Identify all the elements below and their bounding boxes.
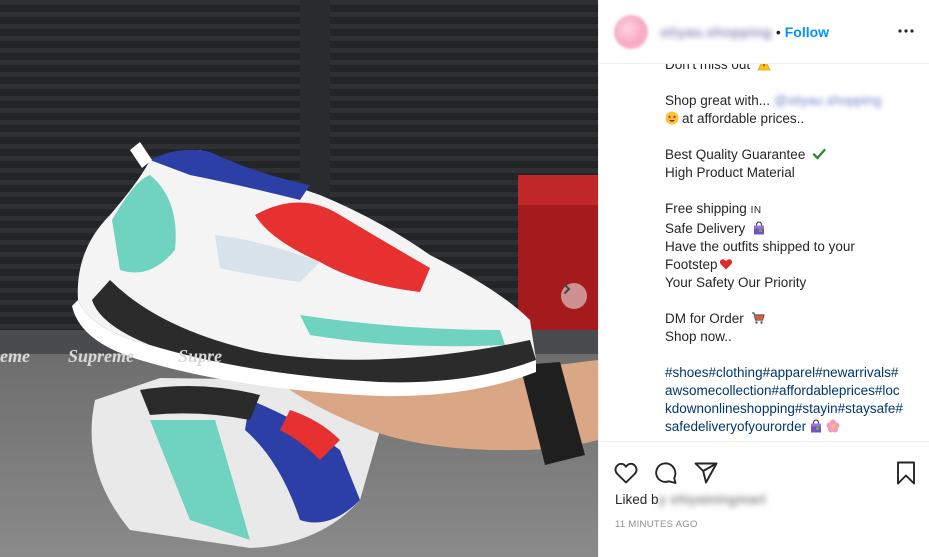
hashtags[interactable]: #shoes#clothing#apparel#newarrivals#awso…: [665, 364, 905, 436]
shopping-cart-emoji-icon: [751, 312, 765, 324]
caption-line: High Product Material: [665, 165, 795, 180]
shopping-bag-emoji-icon: [754, 221, 765, 235]
next-image-button[interactable]: [561, 283, 587, 309]
post-image[interactable]: eme Supreme Supre: [0, 0, 598, 557]
post-actions: Liked by shiyainingmart 11 MINUTES AGO: [599, 441, 929, 557]
warning-emoji-icon: [757, 64, 771, 71]
heart-emoji-icon: [719, 259, 732, 270]
wall-text-middle: Supreme: [68, 346, 134, 366]
caption-line: DM for Order: [665, 310, 913, 328]
like-button[interactable]: [613, 460, 639, 486]
star-struck-emoji-icon: [665, 111, 679, 125]
post-caption: Don't miss out Shop great with... @stiya…: [665, 64, 913, 441]
bookmark-icon: [897, 461, 915, 485]
share-icon: [694, 462, 718, 484]
caption-line: at affordable prices..: [665, 110, 913, 128]
shopping-bag-emoji-icon: [811, 419, 822, 433]
avatar[interactable]: [614, 14, 648, 49]
caption-line: Footstep: [665, 256, 913, 274]
share-button[interactable]: [693, 460, 719, 486]
blossom-emoji-icon: [826, 419, 840, 433]
caption-line: Your Safety Our Priority: [665, 275, 807, 290]
caption-line: Free shipping IN: [665, 201, 762, 216]
wall-text-left: eme: [0, 346, 30, 366]
heart-icon: [614, 462, 638, 484]
more-horizontal-icon: [898, 29, 914, 33]
caption-line: Have the outfits shipped to your: [665, 239, 855, 254]
save-button[interactable]: [894, 460, 918, 486]
liked-by-prefix: Liked b: [615, 492, 659, 507]
caption-line: Safe Delivery: [665, 220, 913, 238]
caption-line: Shop now..: [665, 329, 732, 344]
separator-dot: •: [775, 23, 781, 40]
caption-line: Best Quality Guarantee: [665, 146, 913, 164]
comment-button[interactable]: [653, 460, 679, 486]
post-side-panel: stiyau.shopping • Follow Don't miss out …: [598, 0, 929, 557]
sneaker-photo: eme Supreme Supre: [0, 0, 598, 557]
mention-link[interactable]: @stiyau.shopping: [774, 93, 882, 108]
username-link[interactable]: stiyau.shopping: [660, 24, 772, 40]
follow-button[interactable]: Follow: [785, 24, 829, 40]
liked-by-user[interactable]: y shiyainingmart: [659, 492, 766, 507]
comment-icon: [655, 462, 677, 484]
wall-text-right: Supre: [178, 346, 222, 366]
more-options-button[interactable]: [897, 22, 915, 40]
post-timestamp[interactable]: 11 MINUTES AGO: [615, 519, 698, 530]
post-header: stiyau.shopping • Follow: [599, 0, 929, 64]
chevron-right-icon: [564, 284, 570, 294]
checkmark-emoji-icon: [812, 148, 826, 160]
caption-line: Don't miss out: [665, 64, 913, 74]
likes-summary[interactable]: Liked by shiyainingmart: [615, 492, 766, 507]
caption-line: Shop great with... @stiyau.shopping: [665, 93, 882, 108]
